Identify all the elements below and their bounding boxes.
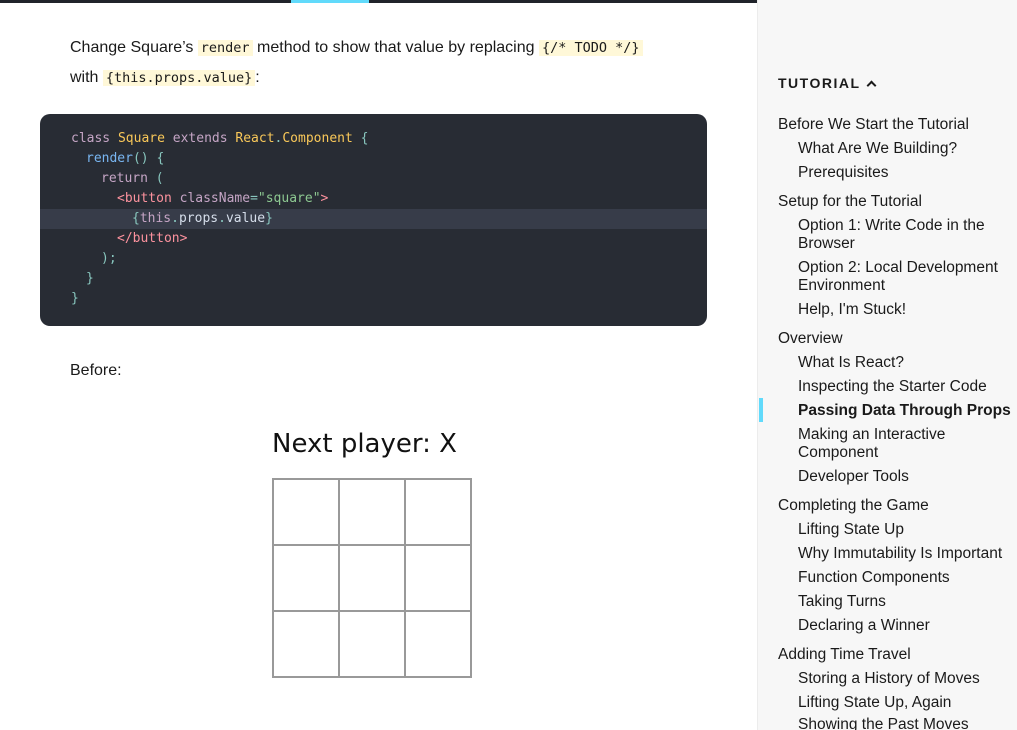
intro-text: : — [255, 69, 260, 86]
board-square[interactable] — [272, 544, 340, 612]
sidebar-item-what-is-react[interactable]: What Is React? — [798, 354, 904, 372]
intro-text: Change Square’s — [70, 39, 198, 56]
code-token: { — [132, 211, 140, 226]
code-token: props — [178, 211, 219, 226]
sidebar-item-lifting-state-again[interactable]: Lifting State Up, Again — [798, 694, 951, 712]
code-token: } — [71, 291, 79, 306]
intro-text: with — [70, 69, 103, 86]
sidebar-item-interactive-component[interactable]: Making an Interactive Component — [798, 426, 1010, 462]
code-token: React — [227, 131, 275, 146]
sidebar-item-developer-tools[interactable]: Developer Tools — [798, 468, 909, 486]
sidebar-item-declaring-winner[interactable]: Declaring a Winner — [798, 617, 930, 635]
sidebar-item-lifting-state[interactable]: Lifting State Up — [798, 521, 904, 539]
intro-paragraph: Change Square’s render method to show th… — [70, 33, 660, 93]
sidebar-item-help[interactable]: Help, I'm Stuck! — [798, 301, 906, 319]
code-token: . — [218, 211, 226, 226]
sidebar-item-inspecting-starter[interactable]: Inspecting the Starter Code — [798, 378, 987, 396]
sidebar-item-what-are-we-building[interactable]: What Are We Building? — [798, 140, 957, 158]
current-item-marker — [759, 398, 763, 422]
code-line: } — [40, 269, 707, 289]
code-line: return ( — [40, 169, 707, 189]
game-board — [272, 478, 472, 678]
sidebar-item-overview[interactable]: Overview — [778, 330, 843, 348]
code-token: . — [171, 211, 179, 226]
code-token: "square" — [257, 191, 321, 206]
inline-code-render: render — [197, 40, 253, 56]
sidebar-item-function-components[interactable]: Function Components — [798, 569, 950, 587]
code-token: </button> — [117, 231, 188, 246]
code-token: extends — [172, 131, 228, 146]
sidebar-item-history[interactable]: Storing a History of Moves — [798, 670, 980, 688]
intro-text: method to show that value by replacing — [252, 39, 539, 56]
main-content: Change Square’s render method to show th… — [0, 0, 757, 730]
code-line: ); — [40, 249, 707, 269]
code-token: } — [86, 271, 94, 286]
code-token: Square — [110, 131, 173, 146]
game-status: Next player: X — [272, 429, 457, 459]
sidebar-item-setup[interactable]: Setup for the Tutorial — [778, 193, 922, 211]
sidebar-item-option-1[interactable]: Option 1: Write Code in the Browser — [798, 217, 1010, 253]
code-line-highlighted: {this.props.value} — [40, 209, 707, 229]
code-token: className — [171, 191, 251, 206]
sidebar-item-completing-game[interactable]: Completing the Game — [778, 497, 929, 515]
sidebar-item-taking-turns[interactable]: Taking Turns — [798, 593, 886, 611]
board-square[interactable] — [272, 610, 340, 678]
code-line: <button className="square"> — [40, 189, 707, 209]
chevron-up-icon — [866, 80, 876, 91]
board-square[interactable] — [338, 610, 406, 678]
board-square[interactable] — [404, 544, 472, 612]
code-line: </button> — [40, 229, 707, 249]
code-line: } — [40, 289, 707, 309]
sidebar-section-header[interactable]: TUTORIAL — [778, 75, 876, 91]
sidebar-item-time-travel[interactable]: Adding Time Travel — [778, 646, 911, 664]
sidebar-item-immutability[interactable]: Why Immutability Is Important — [798, 545, 1002, 563]
code-token: () { — [132, 151, 165, 166]
code-token: this — [139, 211, 172, 226]
inline-code-props-value: {this.props.value} — [102, 70, 256, 86]
code-block: class Square extends React.Component { r… — [40, 114, 707, 326]
code-token: ); — [101, 251, 117, 266]
sidebar-item-option-2[interactable]: Option 2: Local Development Environment — [798, 259, 1010, 295]
code-token: class — [71, 131, 111, 146]
sidebar-item-prerequisites[interactable]: Prerequisites — [798, 164, 888, 182]
board-square[interactable] — [404, 610, 472, 678]
code-token: return — [101, 171, 148, 186]
sidebar-item-before-we-start[interactable]: Before We Start the Tutorial — [778, 116, 969, 134]
code-token: ( — [147, 171, 164, 186]
code-token: { — [352, 131, 369, 146]
code-token: render — [86, 151, 133, 166]
sidebar-item-past-moves[interactable]: Showing the Past Moves — [798, 716, 969, 730]
sidebar-item-passing-data[interactable]: Passing Data Through Props — [798, 402, 1011, 420]
code-token: = — [250, 191, 258, 206]
board-square[interactable] — [338, 478, 406, 546]
code-token: <button — [117, 191, 172, 206]
board-square[interactable] — [338, 544, 406, 612]
tutorial-sidebar: TUTORIAL Before We Start the Tutorial Wh… — [757, 0, 1017, 730]
code-line: class Square extends React.Component { — [40, 129, 707, 149]
before-label: Before: — [70, 362, 122, 379]
board-square[interactable] — [404, 478, 472, 546]
code-token: value — [225, 211, 266, 226]
inline-code-todo: {/* TODO */} — [538, 40, 643, 56]
sidebar-section-title: TUTORIAL — [778, 75, 861, 91]
code-line: render() { — [40, 149, 707, 169]
code-token: > — [320, 191, 329, 206]
code-token: Component — [282, 131, 353, 146]
code-token: } — [265, 211, 273, 226]
board-square[interactable] — [272, 478, 340, 546]
